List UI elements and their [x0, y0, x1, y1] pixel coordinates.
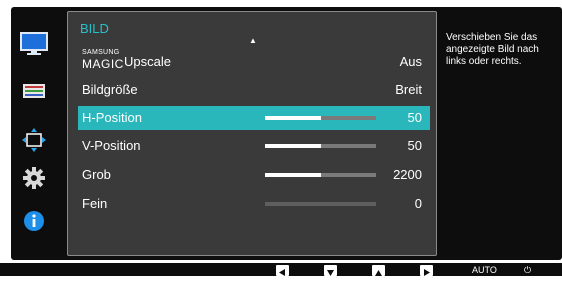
position-arrows-icon[interactable]: [19, 128, 49, 152]
left-arrow-icon[interactable]: [276, 265, 289, 276]
gear-icon[interactable]: [19, 166, 49, 190]
h-position-label: H-Position: [82, 110, 142, 125]
right-arrow-icon[interactable]: [420, 265, 433, 276]
scroll-up-icon: ▲: [249, 36, 257, 45]
h-position-slider[interactable]: [265, 116, 376, 120]
image-size-value: Breit: [395, 82, 422, 97]
v-position-slider[interactable]: [265, 144, 376, 148]
auto-button[interactable]: AUTO: [472, 265, 497, 275]
info-icon[interactable]: [19, 209, 49, 233]
image-size-label: Bildgröße: [82, 82, 138, 97]
coarse-label: Grob: [82, 167, 111, 182]
v-position-slider-fill: [265, 144, 321, 148]
up-arrow-icon[interactable]: [372, 265, 385, 276]
bottom-button-bar: AUTO ⏻: [0, 263, 562, 276]
menu-item-magic-upscale[interactable]: SAMSUNG MAGIC Upscale Aus: [78, 49, 430, 74]
menu-item-v-position[interactable]: V-Position 50: [78, 134, 430, 158]
h-position-value: 50: [407, 110, 422, 125]
menu-item-h-position[interactable]: H-Position 50: [78, 106, 430, 130]
coarse-slider[interactable]: [265, 173, 376, 177]
coarse-value: 2200: [393, 167, 422, 182]
down-arrow-icon[interactable]: [324, 265, 337, 276]
menu-title: BILD: [80, 21, 109, 36]
v-position-value: 50: [407, 138, 422, 153]
power-icon[interactable]: ⏻: [524, 265, 531, 276]
h-position-slider-fill: [265, 116, 321, 120]
upscale-text: Upscale: [124, 54, 171, 69]
menu-item-fine[interactable]: Fein 0: [78, 192, 430, 216]
fine-value: 0: [414, 196, 422, 211]
category-sidebar: [19, 32, 49, 242]
help-text: Verschieben Sie das angezeigte Bild nach…: [446, 32, 539, 67]
fine-label: Fein: [82, 196, 108, 211]
magic-brand-text: MAGIC: [82, 57, 124, 71]
menu-item-image-size[interactable]: Bildgröße Breit: [78, 78, 430, 102]
fine-slider[interactable]: [265, 202, 376, 206]
color-bars-icon[interactable]: [19, 79, 49, 103]
picture-menu-panel: BILD ▲ SAMSUNG MAGIC Upscale Aus Bildgrö…: [67, 11, 437, 256]
coarse-slider-fill: [265, 173, 321, 177]
v-position-label: V-Position: [82, 138, 141, 153]
magic-upscale-value: Aus: [399, 54, 422, 69]
samsung-brand-text: SAMSUNG: [82, 49, 120, 56]
menu-item-coarse[interactable]: Grob 2200: [78, 163, 430, 187]
monitor-icon[interactable]: [19, 32, 49, 56]
